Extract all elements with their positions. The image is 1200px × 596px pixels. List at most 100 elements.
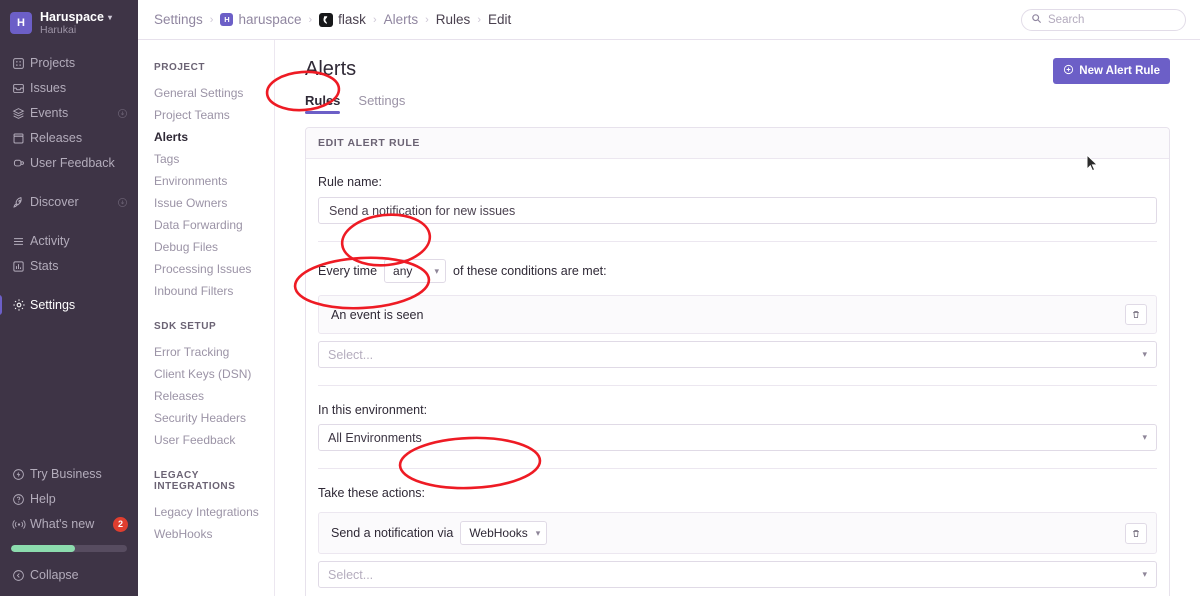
- page-header: Alerts New Alert Rule: [295, 58, 1170, 84]
- conditions-match-row: Every time any ▾ of these conditions are…: [318, 242, 1157, 283]
- settings-nav-project-teams[interactable]: Project Teams: [154, 104, 274, 126]
- nav-group-collapse: Collapse: [0, 560, 138, 596]
- org-name: Haruspace: [40, 10, 104, 24]
- nav-group-settings: Settings: [0, 290, 138, 320]
- trash-icon: [1133, 529, 1139, 537]
- org-switcher[interactable]: H Haruspace ▾ Harukai: [0, 0, 138, 48]
- breadcrumb-project[interactable]: flask: [319, 12, 366, 27]
- sidebar-item-label: Projects: [30, 56, 76, 71]
- sidebar-item-label: Discover: [30, 195, 79, 210]
- sidebar-item-settings[interactable]: Settings: [0, 293, 138, 317]
- breadcrumb-alerts[interactable]: Alerts: [384, 12, 419, 27]
- settings-nav-debug-files[interactable]: Debug Files: [154, 236, 274, 258]
- tab-rules[interactable]: Rules: [305, 93, 341, 114]
- megaphone-icon: [12, 157, 30, 170]
- new-alert-rule-button[interactable]: New Alert Rule: [1053, 58, 1170, 84]
- breadcrumb-separator: ›: [425, 13, 429, 26]
- question-circle-icon: [12, 493, 30, 506]
- nav-group-primary: Projects Issues Events Releases User Fee…: [0, 48, 138, 178]
- settings-nav-user-feedback[interactable]: User Feedback: [154, 429, 274, 451]
- list-icon: [12, 235, 30, 248]
- settings-nav-tags[interactable]: Tags: [154, 148, 274, 170]
- package-icon: [12, 132, 30, 145]
- breadcrumb-label: flask: [338, 12, 366, 27]
- sidebar-item-label: Collapse: [30, 568, 79, 582]
- nav-divider: [0, 217, 138, 226]
- divider: [318, 468, 1157, 469]
- main-content: Alerts New Alert Rule Rules Settings Edi…: [275, 40, 1200, 596]
- nav-divider: [0, 178, 138, 187]
- sidebar-item-try-business[interactable]: Try Business: [0, 462, 138, 486]
- add-action-placeholder: Select...: [328, 567, 374, 582]
- breadcrumb-organization[interactable]: H haruspace: [220, 12, 302, 27]
- whats-new-badge: 2: [113, 516, 128, 532]
- breadcrumb-rules[interactable]: Rules: [436, 12, 471, 27]
- sidebar-item-label: Events: [30, 106, 69, 121]
- settings-nav-releases[interactable]: Releases: [154, 385, 274, 407]
- sidebar-item-whats-new[interactable]: What's new 2: [0, 512, 138, 536]
- sidebar-collapse-button[interactable]: Collapse: [0, 563, 138, 587]
- settings-nav-general-settings[interactable]: General Settings: [154, 82, 274, 104]
- edit-alert-rule-panel: Edit Alert Rule Rule name: Send a notifi…: [305, 127, 1170, 596]
- search-placeholder: Search: [1048, 13, 1085, 26]
- settings-nav-processing-issues[interactable]: Processing Issues: [154, 258, 274, 280]
- conditions-match-value: any: [393, 264, 413, 278]
- chevron-down-icon: ▾: [1142, 569, 1147, 579]
- rule-name-input[interactable]: Send a notification for new issues: [318, 197, 1157, 224]
- settings-nav-inbound-filters[interactable]: Inbound Filters: [154, 280, 274, 302]
- breadcrumb-separator: ›: [372, 13, 377, 26]
- sidebar-item-activity[interactable]: Activity: [0, 229, 138, 253]
- inbox-icon: [12, 82, 30, 95]
- settings-sidebar: Project General Settings Project Teams A…: [138, 40, 275, 596]
- tab-settings[interactable]: Settings: [358, 93, 405, 114]
- sidebar-item-label: What's new: [30, 517, 95, 531]
- chevron-down-icon: ▾: [107, 12, 112, 22]
- condition-text: An event is seen: [331, 307, 424, 322]
- settings-nav-alerts[interactable]: Alerts: [154, 126, 274, 148]
- add-condition-select[interactable]: Select... ▾: [318, 341, 1157, 368]
- nav-group-analytics: Activity Stats: [0, 226, 138, 281]
- add-action-select[interactable]: Select... ▾: [318, 561, 1157, 588]
- action-content: Send a notification via WebHooks ▾: [331, 521, 1117, 545]
- sidebar-item-discover[interactable]: Discover: [0, 190, 138, 214]
- settings-nav-webhooks[interactable]: WebHooks: [154, 523, 274, 545]
- settings-nav-environments[interactable]: Environments: [154, 170, 274, 192]
- settings-nav-error-tracking[interactable]: Error Tracking: [154, 341, 274, 363]
- conditions-prefix-label: Every time: [318, 264, 378, 278]
- breadcrumb-edit[interactable]: Edit: [488, 12, 511, 27]
- settings-nav-client-keys[interactable]: Client Keys (DSN): [154, 363, 274, 385]
- sidebar-item-releases[interactable]: Releases: [0, 126, 138, 150]
- nav-group-discover: Discover: [0, 187, 138, 217]
- condition-row: An event is seen: [318, 295, 1157, 334]
- delete-action-button[interactable]: [1125, 522, 1147, 544]
- divider: [318, 385, 1157, 386]
- breadcrumb-separator: ›: [209, 13, 214, 26]
- sidebar-item-stats[interactable]: Stats: [0, 254, 138, 278]
- settings-nav-issue-owners[interactable]: Issue Owners: [154, 192, 274, 214]
- settings-nav-legacy-integrations[interactable]: Legacy Integrations: [154, 501, 274, 523]
- sidebar-item-projects[interactable]: Projects: [0, 51, 138, 75]
- settings-nav-data-forwarding[interactable]: Data Forwarding: [154, 214, 274, 236]
- breadcrumb-separator: ›: [477, 13, 481, 26]
- delete-condition-button[interactable]: [1125, 304, 1147, 325]
- project-badge-icon: H: [220, 13, 234, 26]
- sidebar-item-events[interactable]: Events: [0, 101, 138, 125]
- conditions-match-select[interactable]: any ▾: [384, 259, 447, 283]
- sidebar-item-user-feedback[interactable]: User Feedback: [0, 151, 138, 175]
- alerts-tabs: Rules Settings: [305, 93, 1170, 114]
- settings-section-title: Project: [154, 62, 206, 73]
- settings-nav-security-headers[interactable]: Security Headers: [154, 407, 274, 429]
- top-bar: Settings › H haruspace › flask › Alerts …: [138, 0, 1200, 40]
- breadcrumb-settings[interactable]: Settings: [154, 12, 203, 27]
- sidebar-item-help[interactable]: Help: [0, 487, 138, 511]
- search-input[interactable]: Search: [1021, 8, 1186, 31]
- action-service-select[interactable]: WebHooks ▾: [460, 521, 548, 545]
- environment-label: In this environment:: [318, 403, 428, 417]
- grid-icon: [12, 57, 30, 70]
- sidebar-item-label: User Feedback: [30, 156, 115, 171]
- sidebar-item-issues[interactable]: Issues: [0, 76, 138, 100]
- environment-select[interactable]: All Environments ▾: [318, 424, 1157, 451]
- chevron-down-icon: ▾: [1142, 432, 1147, 442]
- panel-body: Rule name: Send a notification for new i…: [306, 159, 1169, 596]
